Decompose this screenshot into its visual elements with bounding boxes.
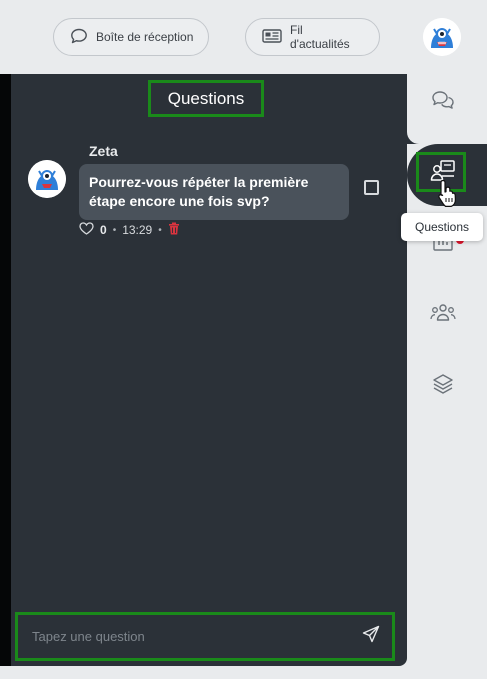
- user-avatar[interactable]: [423, 18, 461, 56]
- people-icon: [430, 303, 456, 328]
- rail-layers-tab[interactable]: [428, 371, 458, 401]
- rail-chat-tab[interactable]: [428, 87, 458, 117]
- chat-bubble-icon: [70, 28, 88, 47]
- rail-participants-tab[interactable]: [428, 300, 458, 330]
- question-input[interactable]: [30, 628, 362, 645]
- hand-cursor-icon: [436, 178, 460, 213]
- separator-dot: •: [112, 224, 117, 236]
- chat-icon: [431, 90, 455, 115]
- inbox-label: Boîte de réception: [96, 30, 194, 44]
- questions-tooltip: Questions: [401, 213, 483, 241]
- author-avatar: [28, 160, 66, 198]
- news-feed-label: Fil d'actualités: [290, 23, 350, 51]
- panel-title: Questions: [148, 80, 264, 117]
- likes-count: 0: [100, 223, 107, 237]
- news-feed-button[interactable]: Fil d'actualités: [245, 18, 380, 56]
- question-meta: 0 • 13:29 •: [79, 222, 180, 238]
- author-name: Zeta: [89, 143, 118, 159]
- question-composer: [15, 612, 395, 661]
- inbox-button[interactable]: Boîte de réception: [53, 18, 209, 56]
- newspaper-icon: [262, 28, 282, 46]
- trash-icon[interactable]: [168, 222, 180, 238]
- send-icon[interactable]: [362, 625, 380, 648]
- mark-answered-checkbox[interactable]: [364, 180, 379, 195]
- questions-panel: [0, 74, 407, 666]
- question-time: 13:29: [122, 223, 153, 237]
- layers-icon: [432, 373, 454, 400]
- separator-dot: •: [158, 224, 162, 236]
- question-bubble: Pourrez-vous répéter la première étape e…: [79, 164, 349, 220]
- panel-left-edge: [0, 74, 11, 666]
- heart-icon[interactable]: [79, 222, 94, 238]
